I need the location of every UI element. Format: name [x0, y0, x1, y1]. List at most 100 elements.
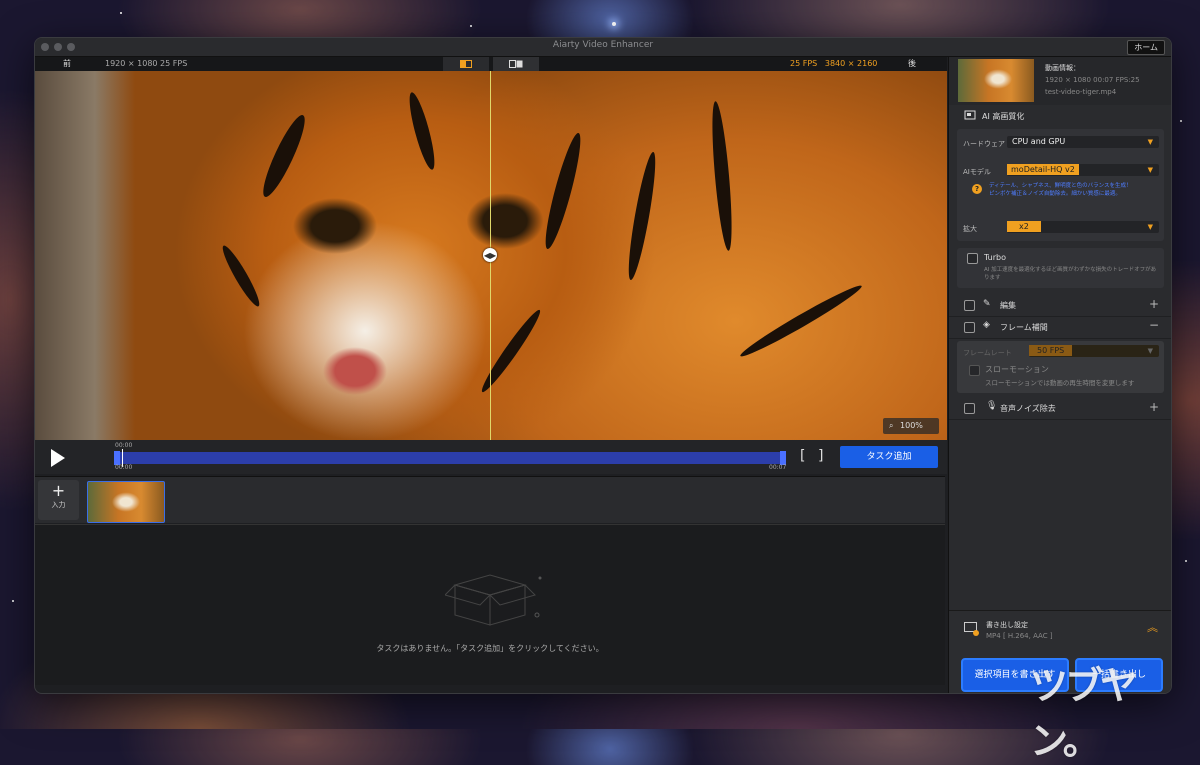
microphone-icon: 🎙: [986, 401, 998, 411]
model-label: AIモデル: [963, 168, 991, 176]
after-fps: 25 FPS 3840 × 2160: [790, 59, 878, 68]
playback-controls: 00:00 00:00 00:07 [ ] タスク追加: [35, 440, 947, 474]
filmstrip: + 入力: [35, 476, 945, 523]
add-task-button[interactable]: タスク追加: [840, 446, 938, 468]
upscale-select[interactable]: x2 ▼: [1007, 221, 1159, 233]
before-info: 1920 × 1080 25 FPS: [105, 59, 188, 68]
trim-start-handle[interactable]: [114, 451, 120, 465]
ai-settings-panel: ハードウェア CPU and GPU ▼ AIモデル moDetail-HQ v…: [957, 129, 1164, 241]
star-decoration: [12, 600, 14, 602]
model-select[interactable]: moDetail-HQ v2 ▼: [1007, 164, 1159, 176]
edit-icon: ✎: [983, 299, 991, 309]
set-in-point-button[interactable]: [: [800, 448, 805, 464]
turbo-checkbox[interactable]: [967, 253, 978, 264]
ai-section-title: AI 高画質化: [982, 112, 1025, 121]
frame-interp-panel: フレームレート 50 FPS ▼ スローモーション スローモーションでは動画の再…: [957, 341, 1164, 393]
empty-box-icon: [445, 574, 542, 626]
task-list: タスクはありません。「タスク追加」をクリックしてください。: [35, 524, 945, 685]
play-icon[interactable]: [51, 449, 65, 467]
hardware-select[interactable]: CPU and GPU ▼: [1007, 136, 1159, 148]
video-thumbnail[interactable]: [87, 481, 165, 523]
turbo-label: Turbo: [984, 253, 1007, 262]
trim-end-time: 00:07: [769, 464, 787, 471]
tiger-stripe: [623, 150, 661, 282]
preview-label-bar: 前 1920 × 1080 25 FPS 25 FPS 3840 × 2160 …: [35, 57, 947, 72]
split-view-button[interactable]: [443, 57, 489, 72]
tiger-stripe: [737, 280, 865, 362]
split-view-icon: [460, 60, 472, 68]
zoom-indicator[interactable]: ⌕ 100%: [883, 418, 939, 434]
side-by-side-button[interactable]: [493, 57, 539, 71]
info-thumbnail: [958, 59, 1034, 102]
timeline-track[interactable]: [114, 449, 786, 467]
frame-interp-checkbox[interactable]: [964, 322, 975, 333]
slowmo-checkbox[interactable]: [969, 365, 980, 376]
edit-checkbox[interactable]: [964, 300, 975, 311]
title-bar: Aiarty Video Enhancer ホーム: [35, 38, 1171, 57]
chevron-down-icon: ▼: [1147, 138, 1153, 146]
app-window: Aiarty Video Enhancer ホーム 前 1920 × 1080 …: [34, 37, 1172, 694]
trim-end-handle[interactable]: [780, 451, 786, 465]
export-title: 書き出し設定: [986, 621, 1028, 629]
model-description: ディテール、シャプネス、鮮明度と色のバランスを生成！ ピンボケ補正＆ノイズ自動除…: [989, 183, 1132, 197]
window-title: Aiarty Video Enhancer: [552, 40, 654, 50]
current-time: 00:00: [115, 442, 133, 449]
expand-plus-icon[interactable]: +: [1149, 297, 1159, 311]
video-info: 動画情報： 1920 × 1080 00:07 FPS:25 test-vide…: [949, 57, 1171, 105]
watermark: ツブヤン。: [1030, 664, 1138, 763]
info-filename: test-video-tiger.mp4: [1045, 88, 1117, 96]
star-decoration: [470, 25, 472, 27]
denoise-label: 音声ノイズ除去: [1000, 404, 1056, 413]
info-meta: 1920 × 1080 00:07 FPS:25: [1045, 76, 1140, 84]
star-decoration: [1180, 120, 1182, 122]
expand-plus-icon[interactable]: +: [1149, 400, 1159, 414]
star-decoration: [1185, 560, 1187, 562]
magnifier-icon: ⌕: [889, 421, 894, 430]
help-icon[interactable]: ?: [972, 184, 982, 194]
set-out-point-button[interactable]: ]: [818, 448, 823, 464]
hardware-label: ハードウェア: [963, 140, 1005, 148]
export-settings-icon: [964, 622, 979, 636]
chevron-up-icon[interactable]: ︽: [1147, 619, 1158, 635]
tiger-stripe: [477, 306, 545, 396]
zoom-value: 100%: [900, 421, 923, 430]
frame-rate-select[interactable]: 50 FPS ▼: [1029, 345, 1159, 357]
chevron-down-icon: ▼: [1147, 223, 1153, 231]
tiger-stripe: [539, 130, 587, 252]
side-by-side-icon: [509, 60, 523, 68]
split-handle-icon[interactable]: ◀▶: [483, 248, 497, 262]
settings-sidebar: 動画情報： 1920 × 1080 00:07 FPS:25 test-vide…: [948, 57, 1171, 693]
before-label: 前: [63, 59, 71, 68]
frame-interp-row[interactable]: ◈ フレーム補間 −: [949, 316, 1171, 339]
frame-interp-icon: ◈: [983, 320, 990, 330]
edit-row[interactable]: ✎ 編集 +: [949, 294, 1171, 317]
upscale-label: 拡大: [963, 225, 977, 233]
ai-enhance-icon: [964, 110, 976, 120]
frame-interp-label: フレーム補間: [1000, 323, 1048, 332]
denoise-row[interactable]: 🎙 音声ノイズ除去 +: [949, 397, 1171, 420]
add-input-button[interactable]: + 入力: [38, 480, 79, 520]
empty-task-message: タスクはありません。「タスク追加」をクリックしてください。: [376, 644, 604, 653]
edit-label: 編集: [1000, 301, 1016, 310]
export-format: MP4 [ H.264, AAC ]: [986, 632, 1053, 640]
denoise-checkbox[interactable]: [964, 403, 975, 414]
plus-icon: +: [51, 481, 66, 500]
tiger-stripe: [256, 111, 312, 201]
tiger-stripe: [404, 90, 440, 172]
chevron-down-icon: ▼: [1147, 166, 1153, 174]
after-label: 後: [908, 59, 916, 68]
star-decoration: [612, 22, 616, 26]
tree-trunk: [35, 71, 135, 440]
slowmo-description: スローモーションでは動画の再生時間を変更します: [985, 379, 1135, 387]
collapse-minus-icon[interactable]: −: [1149, 318, 1159, 332]
turbo-description: AI 加工速度を最適化するほど画質がわずかな損失のトレードオフがあ ります: [984, 267, 1157, 281]
add-input-label: 入力: [51, 501, 66, 509]
tiger-stripe: [218, 242, 264, 310]
home-button[interactable]: ホーム: [1127, 40, 1165, 55]
chevron-down-icon: ▼: [1147, 347, 1153, 355]
turbo-panel: Turbo AI 加工速度を最適化するほど画質がわずかな損失のトレードオフがあ …: [957, 248, 1164, 288]
tiger-stripe: [708, 100, 736, 252]
slowmo-label: スローモーション: [985, 365, 1049, 374]
star-decoration: [120, 12, 122, 14]
info-title: 動画情報：: [1045, 64, 1080, 72]
